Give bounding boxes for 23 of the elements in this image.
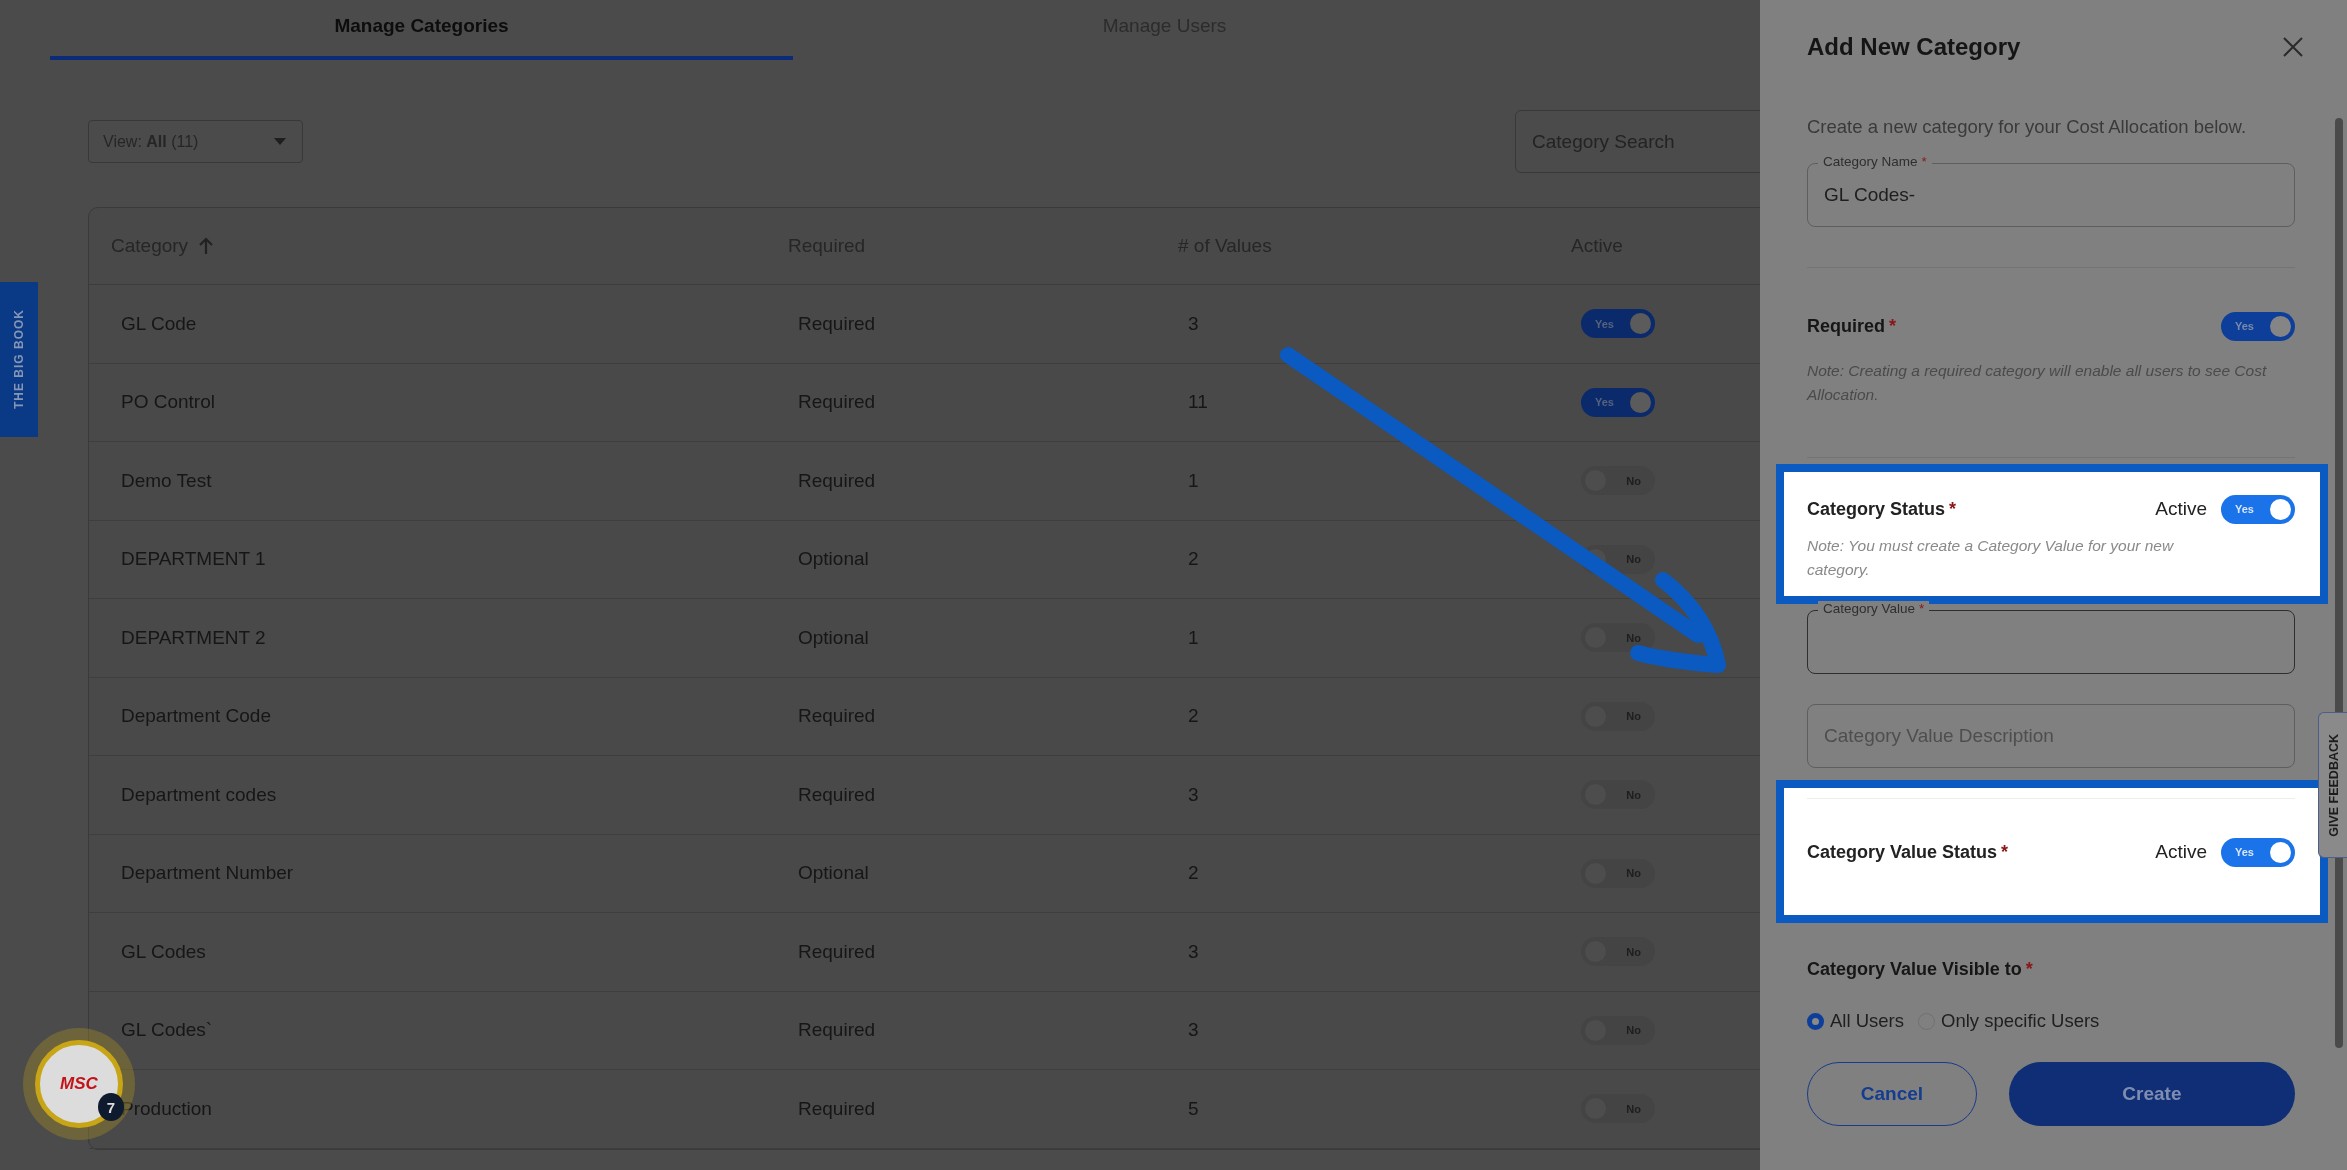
toggle-switch[interactable]: Yes: [2221, 837, 2295, 867]
side-tab[interactable]: THE BIG BOOK: [0, 282, 38, 437]
section-label: Category Value Status *: [1807, 841, 2009, 863]
create-button[interactable]: Create: [2008, 1062, 2295, 1126]
section-label: Category Value Visible to *: [1807, 959, 2034, 980]
toggle-switch[interactable]: Yes: [1581, 387, 1655, 417]
radio-option[interactable]: All Users: [1807, 1010, 1904, 1032]
toggle-switch[interactable]: Yes: [2221, 494, 2295, 524]
feedback-tab[interactable]: GIVE FEEDBACK: [2318, 712, 2347, 858]
section-label: Required *: [1807, 315, 1897, 337]
section-label: Category Status *: [1807, 498, 1957, 520]
status-label: Active: [2155, 498, 2207, 520]
toggle-switch[interactable]: Yes: [1581, 309, 1655, 339]
toggle-switch[interactable]: Yes: [2221, 311, 2295, 341]
close-icon[interactable]: [2283, 37, 2303, 57]
sort-arrow-icon[interactable]: [198, 237, 215, 255]
radio-option[interactable]: Only specific Users: [1918, 1010, 2100, 1032]
tab[interactable]: Manage Categories: [50, 0, 793, 60]
caret-icon: [274, 138, 286, 145]
panel-description: Create a new category for your Cost Allocation below.: [1807, 116, 2248, 138]
status-label: Active: [2155, 841, 2207, 863]
note-text: Note: You must create a Category Value for your new category.: [1807, 536, 2175, 580]
panel-title: Add New Category: [1807, 33, 2021, 61]
